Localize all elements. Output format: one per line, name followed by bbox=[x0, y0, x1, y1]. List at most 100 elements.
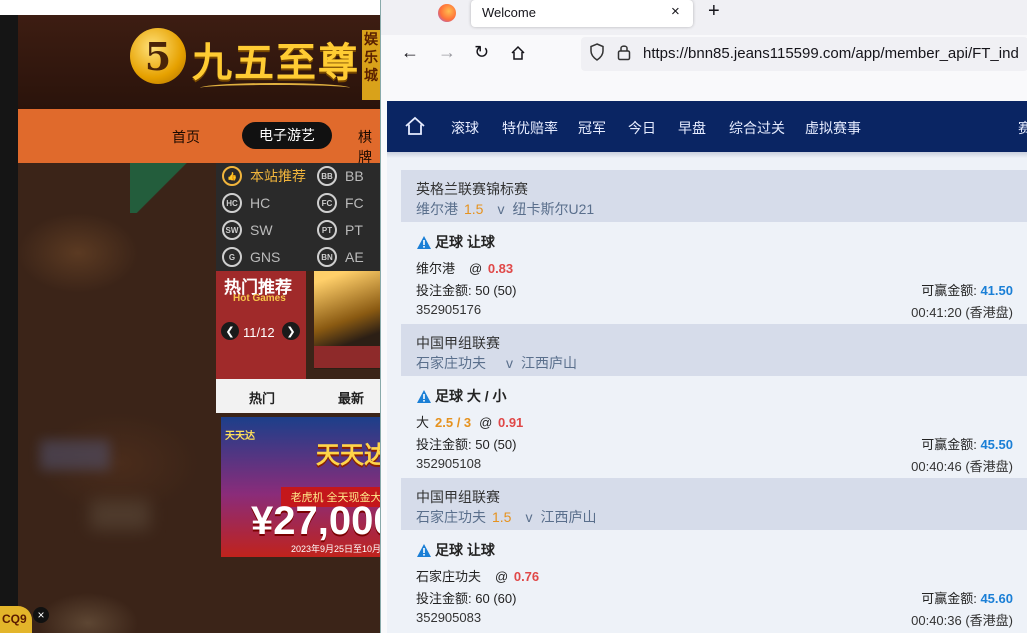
tab-bar: Welcome × + bbox=[381, 0, 1027, 35]
match-teams: 石家庄功夫 v 江西庐山 bbox=[416, 353, 577, 373]
promo-banner[interactable]: 天天达 天天达 老虎机 全天现金大 ¥27,000 2023年9月25日至10月 bbox=[221, 417, 380, 557]
screen: 5 九五至尊 娱乐城 首页 电子游艺 棋牌 👍 本站推荐 BB BB HC HC FC… bbox=[0, 0, 1027, 633]
background-casino-window: 5 九五至尊 娱乐城 首页 电子游艺 棋牌 👍 本站推荐 BB BB HC HC FC… bbox=[0, 0, 380, 633]
nav-today[interactable]: 今日 bbox=[628, 118, 656, 138]
win-value: 45.60 bbox=[980, 591, 1013, 606]
promo-title: 天天达 bbox=[316, 442, 380, 469]
hot-games-panel: 热门推荐 Hot Games ❮ 11/12 ❯ bbox=[216, 271, 306, 379]
left-dark-strip bbox=[0, 15, 18, 633]
win-label: 可赢金额: bbox=[921, 437, 977, 452]
bet-header: 英格兰联赛锦标赛 维尔港 1.5 v 纽卡斯尔U21 bbox=[401, 170, 1027, 222]
category-sw[interactable]: SW SW bbox=[222, 219, 273, 241]
browser-tab[interactable]: Welcome × bbox=[471, 0, 693, 27]
category-fc[interactable]: FC FC bbox=[317, 192, 364, 214]
stake-label: 投注金额: bbox=[416, 591, 472, 606]
handicap-value: 1.5 bbox=[492, 509, 512, 525]
win-amount: 可赢金额: 45.60 bbox=[921, 588, 1013, 607]
pick-team: 石家庄功夫 bbox=[416, 569, 482, 584]
league-name: 中国甲组联赛 bbox=[416, 489, 500, 505]
nav-shadow bbox=[387, 152, 1027, 158]
win-value: 45.50 bbox=[980, 437, 1013, 452]
category-ae[interactable]: BN AE bbox=[317, 246, 364, 268]
bb-logo-icon: BB bbox=[317, 166, 337, 186]
stake-amount: 投注金额: 50 (50) bbox=[416, 280, 516, 299]
close-icon[interactable]: × bbox=[33, 607, 49, 623]
stake-label: 投注金额: bbox=[416, 437, 472, 452]
provider-categories: 👍 本站推荐 BB BB HC HC FC FC SW SW PT PT G GNS BN AE bbox=[216, 163, 380, 271]
shield-icon[interactable] bbox=[589, 43, 605, 61]
category-label: FC bbox=[345, 195, 364, 211]
bet-details: 足球 让球 维尔港 @ 0.83 投注金额: 50 (50) 可赢金额: 41.5… bbox=[401, 222, 1027, 324]
green-corner-decor bbox=[130, 163, 220, 213]
nav-early[interactable]: 早盘 bbox=[678, 118, 706, 138]
nav-more[interactable]: 赛 bbox=[1018, 118, 1027, 138]
tab-hot[interactable]: 热门 bbox=[249, 388, 275, 407]
browser-window: Welcome × + ← → ↻ https://bnn85.jeans115… bbox=[380, 0, 1027, 633]
hot-games-page: 11/12 bbox=[243, 325, 275, 340]
bet-pick: 石家庄功夫 @ 0.76 bbox=[416, 566, 539, 585]
tab-close-icon[interactable]: × bbox=[671, 3, 680, 20]
sw-logo-icon: SW bbox=[222, 220, 242, 240]
tab-new[interactable]: 最新 bbox=[338, 388, 364, 407]
page-content: 滚球 特优赔率 冠军 今日 早盘 综合过关 虚拟赛事 赛 英格兰联赛锦标赛 维尔… bbox=[387, 101, 1027, 633]
warning-icon bbox=[417, 543, 431, 557]
pick-team: 维尔港 bbox=[416, 261, 456, 276]
cq9-badge[interactable]: CQ9 bbox=[0, 606, 32, 633]
casino-nav-chess[interactable]: 棋牌 bbox=[358, 127, 380, 167]
bet-time: 00:40:46 (香港盘) bbox=[911, 459, 1013, 474]
home-icon[interactable] bbox=[404, 115, 426, 137]
pick-team: 大 bbox=[416, 415, 430, 430]
category-pt[interactable]: PT PT bbox=[317, 219, 363, 241]
stake-value: 50 (50) bbox=[475, 437, 517, 452]
bet-details: 足球 大 / 小 大 2.5 / 3 @ 0.91 投注金额: 50 (50) 可赢… bbox=[401, 376, 1027, 478]
casino-nav-home[interactable]: 首页 bbox=[172, 127, 200, 147]
game-tabs: 热门 最新 bbox=[216, 379, 380, 413]
url-text: https://bnn85.jeans115599.com/app/member… bbox=[643, 45, 1019, 62]
reload-icon[interactable]: ↻ bbox=[474, 42, 489, 63]
league-name: 英格兰联赛锦标赛 bbox=[416, 181, 528, 197]
nav-parlay[interactable]: 综合过关 bbox=[729, 118, 785, 138]
back-arrow-icon[interactable]: ← bbox=[401, 42, 419, 63]
bet-pick: 维尔港 @ 0.83 bbox=[416, 258, 513, 277]
forward-arrow-icon[interactable]: → bbox=[438, 42, 456, 63]
chevron-right-icon[interactable]: ❯ bbox=[282, 322, 300, 340]
category-hc[interactable]: HC HC bbox=[222, 192, 270, 214]
win-value: 41.50 bbox=[980, 283, 1013, 298]
logo-ornament bbox=[200, 83, 350, 93]
stake-value: 60 (60) bbox=[475, 591, 517, 606]
handicap-value: 1.5 bbox=[464, 201, 484, 217]
nav-live[interactable]: 滚球 bbox=[451, 118, 479, 138]
pick-line: 2.5 / 3 bbox=[435, 415, 472, 430]
bet-time: 00:41:20 (香港盘) bbox=[911, 305, 1013, 320]
chevron-left-icon[interactable]: ❮ bbox=[221, 322, 239, 340]
bet-header: 中国甲组联赛 石家庄功夫 v 江西庐山 bbox=[401, 324, 1027, 376]
nav-virtual[interactable]: 虚拟赛事 bbox=[805, 118, 861, 138]
new-tab-icon[interactable]: + bbox=[708, 0, 720, 23]
promo-amount: ¥27,000 bbox=[251, 499, 380, 543]
odds-value: 0.91 bbox=[497, 415, 524, 430]
nav-champion[interactable]: 冠军 bbox=[578, 118, 606, 138]
at-sign: @ bbox=[469, 261, 483, 276]
blur-blob bbox=[90, 500, 150, 530]
category-label: GNS bbox=[250, 249, 281, 265]
lock-icon[interactable] bbox=[617, 43, 631, 61]
warning-icon bbox=[417, 235, 431, 249]
firefox-icon bbox=[438, 4, 456, 22]
category-bb[interactable]: BB BB bbox=[317, 165, 364, 187]
home-icon[interactable] bbox=[510, 45, 526, 61]
url-bar[interactable]: https://bnn85.jeans115599.com/app/member… bbox=[581, 37, 1027, 71]
category-label: BB bbox=[345, 168, 364, 184]
browser-toolbar: ← → ↻ https://bnn85.jeans115599.com/app/… bbox=[381, 35, 1027, 73]
hot-games-subtitle: Hot Games bbox=[233, 293, 286, 304]
casino-nav-slots[interactable]: 电子游艺 bbox=[242, 122, 332, 149]
thumbs-up-icon: 👍 bbox=[222, 166, 242, 186]
category-gns[interactable]: G GNS bbox=[222, 246, 280, 268]
ticket-number: 352905108 bbox=[416, 456, 482, 471]
away-team: 纽卡斯尔U21 bbox=[512, 201, 595, 217]
sports-nav: 滚球 特优赔率 冠军 今日 早盘 综合过关 虚拟赛事 赛 bbox=[387, 101, 1027, 152]
blur-blob bbox=[40, 440, 110, 470]
category-recommended[interactable]: 👍 本站推荐 bbox=[222, 165, 306, 187]
win-label: 可赢金额: bbox=[921, 283, 977, 298]
nav-best-odds[interactable]: 特优赔率 bbox=[502, 118, 558, 138]
away-team: 江西庐山 bbox=[540, 509, 597, 525]
